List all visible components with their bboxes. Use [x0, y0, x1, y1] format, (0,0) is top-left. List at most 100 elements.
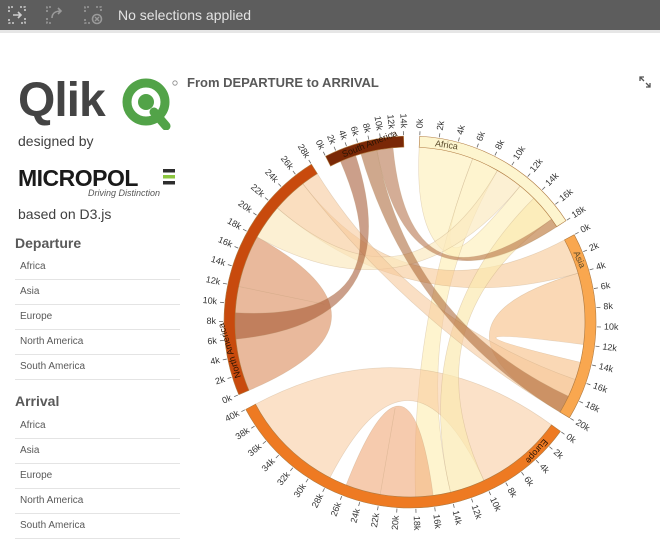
chord-tick-label-africa-9: 18k [570, 203, 588, 220]
chord-tick-europe-1 [549, 447, 552, 450]
chord-tick-asia-10 [570, 418, 573, 420]
chord-tick-label-asia-9: 18k [584, 399, 602, 414]
chord-tick-asia-7 [592, 365, 596, 366]
chord-tick-label-north-america-11: 22k [249, 182, 267, 199]
chord-tick-label-north-america-12: 24k [263, 167, 281, 185]
chord-tick-europe-7 [453, 504, 454, 508]
chord-tick-south-america-0 [323, 152, 325, 156]
chord-tick-label-africa-4: 8k [493, 138, 506, 151]
chord-tick-label-north-america-6: 12k [205, 274, 222, 287]
chord-tick-europe-11 [377, 506, 378, 510]
chord-tick-asia-0 [575, 232, 579, 234]
chord-tick-label-africa-1: 2k [435, 120, 446, 131]
chord-tick-north-america-12 [278, 184, 281, 187]
chord-tick-asia-3 [594, 288, 598, 289]
chord-tick-label-europe-19: 38k [234, 425, 252, 442]
chord-tick-label-europe-2: 4k [538, 461, 552, 475]
chord-tick-label-asia-8: 16k [592, 380, 609, 394]
chord-tick-north-america-13 [293, 171, 295, 174]
chord-tick-north-america-14 [309, 160, 311, 163]
chord-tick-label-south-america-1: 2k [325, 133, 338, 146]
chord-tick-label-asia-4: 8k [603, 301, 614, 312]
chord-tick-europe-0 [561, 432, 564, 434]
chord-tick-africa-5 [512, 162, 514, 165]
chord-tick-europe-17 [276, 455, 279, 458]
chord-tick-label-africa-3: 6k [474, 130, 487, 143]
chord-tick-europe-16 [290, 468, 293, 471]
chord-tick-label-north-america-4: 8k [206, 316, 216, 326]
chord-tick-north-america-9 [243, 229, 246, 231]
chord-tick-label-south-america-4: 8k [361, 122, 373, 134]
chord-tick-label-europe-15: 30k [292, 481, 309, 499]
chord-tick-label-africa-8: 16k [557, 186, 575, 203]
chord-tick-label-europe-14: 28k [310, 492, 326, 510]
chord-tick-europe-18 [263, 441, 266, 444]
chord-tick-label-north-america-5: 10k [202, 295, 218, 306]
chord-tick-africa-2 [458, 138, 459, 142]
chord-tick-label-europe-6: 12k [470, 503, 484, 520]
chord-tick-label-asia-2: 4k [595, 260, 607, 272]
chord-tick-north-america-10 [253, 213, 256, 215]
chord-tick-africa-8 [555, 202, 558, 205]
chord-tick-north-america-0 [234, 395, 238, 397]
chord-tick-label-europe-1: 2k [552, 447, 566, 461]
chord-tick-north-america-8 [235, 246, 239, 248]
chord-tick-north-america-2 [223, 359, 227, 360]
chord-tick-label-africa-5: 10k [511, 144, 528, 162]
chord-tick-label-europe-20: 40k [223, 408, 241, 424]
chord-tick-label-north-america-7: 14k [210, 254, 227, 268]
chord-tick-label-africa-6: 12k [528, 156, 545, 174]
chord-tick-label-north-america-10: 20k [236, 198, 254, 215]
chord-tick-africa-7 [542, 187, 545, 190]
chord-tick-label-south-america-6: 12k [385, 114, 396, 130]
chord-tick-label-africa-2: 4k [455, 123, 467, 135]
chord-tick-label-north-america-2: 4k [209, 355, 221, 367]
chord-tick-asia-6 [595, 346, 599, 347]
chord-tick-label-europe-4: 8k [506, 486, 520, 500]
chord-tick-europe-14 [323, 488, 325, 492]
chord-tick-europe-12 [359, 502, 360, 506]
chord-ribbons [235, 147, 585, 497]
chord-tick-europe-4 [506, 483, 508, 486]
chord-tick-label-asia-7: 14k [598, 361, 615, 374]
chord-tick-label-north-america-8: 16k [217, 234, 235, 249]
chord-tick-asia-1 [583, 250, 587, 252]
chord-tick-label-europe-7: 14k [451, 509, 464, 526]
chord-tick-label-africa-0: 0k [415, 118, 426, 129]
chord-tick-europe-13 [340, 496, 341, 500]
chord-tick-south-america-3 [356, 139, 357, 143]
chord-tick-south-america-1 [334, 147, 336, 151]
chord-tick-label-asia-0: 0k [579, 221, 593, 235]
chord-tick-asia-8 [587, 383, 591, 384]
chord-tick-label-south-america-3: 6k [349, 125, 361, 137]
chord-tick-africa-9 [567, 218, 570, 220]
chord-tick-label-europe-3: 6k [522, 474, 536, 488]
chord-tick-label-asia-3: 6k [600, 280, 612, 292]
chord-tick-label-north-america-14: 28k [296, 142, 312, 160]
chord-tick-north-america-6 [223, 283, 227, 284]
chord-tick-label-asia-5: 10k [604, 321, 619, 331]
chord-chart: Africa0k2k4k6k8k10k12k14k16k18kAsia0k2k4… [0, 0, 660, 544]
chord-tick-europe-3 [521, 472, 523, 475]
chord-tick-south-america-2 [345, 142, 346, 146]
chord-tick-label-europe-12: 24k [349, 507, 363, 524]
chord-tick-africa-3 [477, 144, 478, 148]
chord-tick-africa-6 [528, 174, 531, 177]
chord-tick-asia-9 [579, 401, 583, 403]
chord-tick-label-asia-10: 20k [574, 417, 592, 433]
chord-tick-europe-5 [489, 491, 491, 495]
chord-tick-label-south-america-5: 10k [373, 115, 385, 131]
chord-tick-label-south-america-7: 14k [398, 113, 409, 128]
chord-tick-label-north-america-13: 26k [279, 154, 296, 172]
chord-tick-asia-2 [590, 269, 594, 270]
chord-tick-label-south-america-0: 0k [314, 138, 327, 151]
chord-tick-label-europe-13: 26k [329, 500, 344, 518]
chord-tick-europe-15 [306, 479, 308, 482]
chord-tick-label-europe-9: 18k [412, 516, 422, 531]
chord-tick-label-europe-18: 36k [246, 441, 264, 458]
chord-tick-africa-1 [439, 133, 440, 137]
chord-tick-label-europe-16: 32k [275, 469, 292, 487]
chord-tick-label-europe-10: 20k [390, 515, 401, 531]
chord-tick-north-america-7 [228, 265, 232, 266]
chord-tick-label-north-america-0: 0k [220, 392, 233, 405]
